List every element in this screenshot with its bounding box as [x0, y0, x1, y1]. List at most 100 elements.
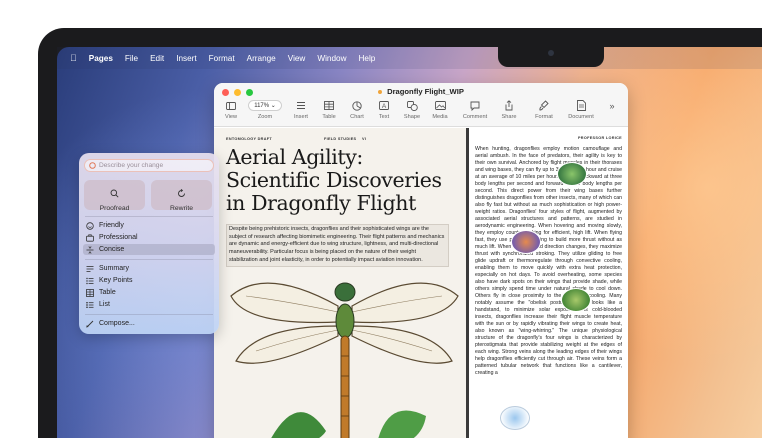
- tone-label: Professional: [99, 234, 138, 241]
- writing-tools-icon: [89, 162, 96, 169]
- toolbar: View 117% ⌄ Zoom Insert Table Chart A Te…: [214, 99, 628, 126]
- sidebar-icon: [226, 101, 236, 110]
- magnifier-icon: [110, 189, 119, 198]
- briefcase-icon: [86, 233, 94, 242]
- concise-icon: [86, 245, 94, 254]
- toolbar-label: Document: [568, 114, 594, 120]
- toolbar-label: Media: [432, 114, 448, 120]
- transform-label: Summary: [99, 265, 129, 272]
- transform-list[interactable]: List: [83, 299, 215, 310]
- menu-edit[interactable]: Edit: [150, 54, 164, 63]
- compose-label: Compose...: [99, 320, 135, 327]
- toolbar-media-button[interactable]: Media: [423, 99, 457, 120]
- writing-tools-popover: Describe your change Proofread Rewrite F…: [79, 153, 219, 334]
- stage:  Pages File Edit Insert Format Arrange …: [0, 0, 762, 438]
- page-meta-center: FIELD STUDIES: [324, 137, 357, 141]
- toolbar-view-button[interactable]: View: [214, 99, 248, 120]
- transform-key-points[interactable]: Key Points: [83, 275, 215, 286]
- document-icon: [576, 100, 586, 111]
- headline-line: Aerial Agility:: [226, 145, 363, 169]
- chevron-down-icon: ⌄: [270, 103, 276, 109]
- proofread-button[interactable]: Proofread: [84, 180, 145, 212]
- tone-label: Concise: [99, 246, 125, 253]
- rewrite-label: Rewrite: [169, 205, 194, 212]
- describe-change-input[interactable]: Describe your change: [84, 159, 214, 172]
- smile-icon: [86, 221, 94, 230]
- toolbar-zoom-button[interactable]: 117% ⌄ Zoom: [244, 99, 286, 120]
- chart-icon: [352, 100, 362, 111]
- headline-line: in Dragonfly Flight: [226, 191, 416, 215]
- page-left[interactable]: ENTOMOLOGY DRAFT FIELD STUDIES VI Aerial…: [214, 128, 466, 438]
- shape-icon: [406, 100, 418, 111]
- paintbrush-icon: [539, 100, 549, 111]
- summary-icon: [86, 265, 94, 272]
- transform-label: Key Points: [99, 277, 133, 284]
- apple-menu-icon[interactable]: : [70, 53, 77, 63]
- menu-format[interactable]: Format: [209, 54, 235, 63]
- page-meta-left: ENTOMOLOGY DRAFT: [226, 137, 273, 141]
- document-title: Dragonfly Flight_WIP: [214, 87, 628, 96]
- dragonfly-thumbnail: [511, 230, 541, 254]
- body-text[interactable]: When hunting, dragonflies employ motion …: [475, 146, 622, 377]
- list-icon: [86, 301, 94, 308]
- page-meta-number: VI: [362, 137, 367, 141]
- transform-summary[interactable]: Summary: [83, 263, 215, 274]
- dragonfly-thumbnail: [557, 162, 587, 186]
- chevron-double-right-icon: »: [609, 100, 615, 111]
- dragonfly-thumbnail: [561, 288, 591, 312]
- tone-concise[interactable]: Concise: [83, 244, 215, 255]
- toolbar-comment-button[interactable]: Comment: [458, 99, 492, 120]
- transform-table[interactable]: Table: [83, 287, 215, 298]
- toolbar-document-button[interactable]: Document: [564, 99, 598, 120]
- bullet-list-icon: [86, 277, 94, 284]
- menu-window[interactable]: Window: [317, 54, 346, 63]
- table-icon: [324, 101, 334, 110]
- transform-label: Table: [99, 289, 116, 296]
- toolbar-share-button[interactable]: Share: [492, 99, 526, 120]
- tone-label: Friendly: [99, 222, 124, 229]
- toolbar-label: Format: [535, 114, 553, 120]
- dragonfly-illustration: [230, 282, 459, 438]
- menu-help[interactable]: Help: [358, 54, 375, 63]
- selected-lead-paragraph[interactable]: Despite being prehistoric insects, drago…: [226, 224, 449, 267]
- proofread-label: Proofread: [99, 205, 130, 212]
- article-headline[interactable]: Aerial Agility: Scientific Discoveries i…: [226, 146, 461, 215]
- rewrite-button[interactable]: Rewrite: [151, 180, 212, 212]
- menu-bar:  Pages File Edit Insert Format Arrange …: [57, 47, 762, 69]
- list-icon: [297, 102, 305, 109]
- document-canvas[interactable]: ENTOMOLOGY DRAFT FIELD STUDIES VI Aerial…: [214, 128, 628, 438]
- pencil-icon: [86, 320, 94, 327]
- page-right[interactable]: PROFESSOR LORICE When hunting, dragonfli…: [469, 128, 628, 438]
- describe-change-placeholder: Describe your change: [99, 162, 164, 169]
- zoom-value-text: 117%: [254, 103, 270, 109]
- toolbar-overflow-button[interactable]: »: [602, 99, 622, 112]
- compose-button[interactable]: Compose...: [83, 318, 215, 329]
- menu-file[interactable]: File: [125, 54, 138, 63]
- media-icon: [434, 101, 446, 110]
- page-meta-right: PROFESSOR LORICE: [577, 136, 622, 140]
- butterfly-thumbnail: [500, 406, 530, 430]
- menu-arrange[interactable]: Arrange: [247, 54, 276, 63]
- popover-divider: [85, 216, 213, 217]
- toolbar-label: Share: [501, 114, 517, 120]
- pages-window: Dragonfly Flight_WIP View 117% ⌄ Zoom In…: [214, 83, 628, 438]
- toolbar-format-button[interactable]: Format: [527, 99, 561, 120]
- headline-line: Scientific Discoveries: [226, 168, 442, 192]
- document-title-text: Dragonfly Flight_WIP: [387, 87, 464, 96]
- menu-insert[interactable]: Insert: [176, 54, 196, 63]
- edited-dot-icon: [378, 90, 383, 94]
- menu-view[interactable]: View: [288, 54, 306, 63]
- toolbar-label: Zoom: [257, 114, 273, 120]
- svg-text:A: A: [382, 103, 387, 110]
- text-icon: A: [379, 101, 389, 110]
- tone-friendly[interactable]: Friendly: [83, 220, 215, 231]
- table-icon: [86, 288, 94, 297]
- rewrite-icon: [178, 188, 185, 197]
- popover-divider: [85, 314, 213, 315]
- tone-professional[interactable]: Professional: [83, 232, 215, 243]
- toolbar-label: Comment: [462, 114, 488, 120]
- transform-label: List: [99, 301, 110, 308]
- menu-app-name[interactable]: Pages: [89, 54, 113, 63]
- camera-icon: [548, 50, 554, 56]
- zoom-value[interactable]: 117% ⌄: [248, 100, 282, 111]
